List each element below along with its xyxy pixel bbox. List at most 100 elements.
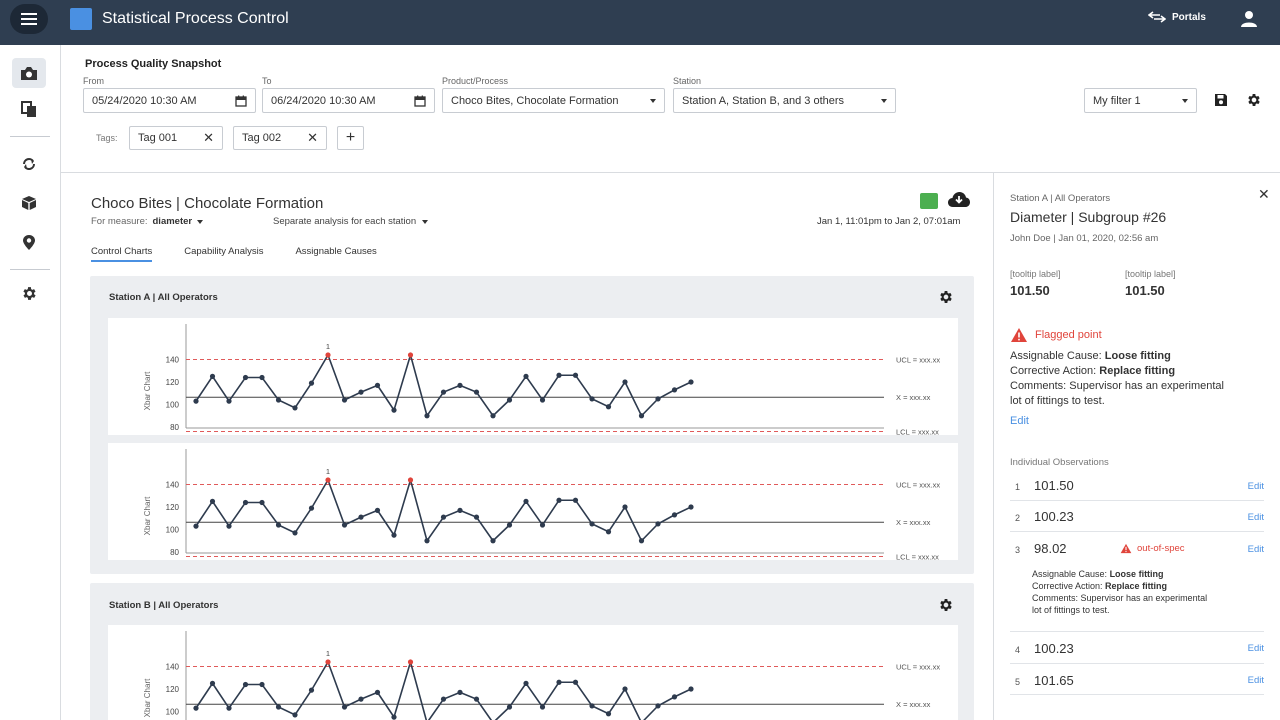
data-point <box>308 505 315 511</box>
assignable-cause: Assignable Cause: Loose fitting <box>1010 350 1171 362</box>
swap-arrows-icon <box>1148 11 1166 23</box>
user-account-button[interactable] <box>1240 10 1258 31</box>
data-point <box>226 705 232 711</box>
data-point <box>589 521 595 527</box>
observation-edit-link[interactable]: Edit <box>1248 544 1264 555</box>
analysis-mode-select[interactable]: Separate analysis for each station <box>273 216 429 227</box>
sidebar-sync-button[interactable] <box>12 149 46 179</box>
measure-select[interactable]: For measure: diameter <box>91 216 204 227</box>
close-icon[interactable]: ✕ <box>203 130 214 146</box>
detail-context: Station A | All Operators <box>1010 193 1111 204</box>
control-chart: Xbar Chart 100 120 140 UCL = xxx.xx X = xxx.x… <box>108 625 958 720</box>
tooltip-value: 101.50 <box>1010 283 1050 298</box>
data-point <box>292 530 298 536</box>
data-point <box>539 704 546 710</box>
flagged-point <box>325 659 331 665</box>
from-date-field[interactable]: 05/24/2020 10:30 AM <box>83 88 256 113</box>
data-point <box>259 374 265 381</box>
tab-capability-analysis[interactable]: Capability Analysis <box>184 246 263 262</box>
sidebar-settings-button[interactable] <box>12 278 46 308</box>
data-point <box>622 379 628 385</box>
y-tick-label: 80 <box>170 423 179 432</box>
y-tick-label: 120 <box>166 378 180 387</box>
data-point <box>655 703 661 709</box>
data-point <box>556 497 562 503</box>
observation-index: 2 <box>1015 513 1021 523</box>
process-title: Choco Bites | Chocolate Formation <box>91 195 324 212</box>
tooltip-value: 101.50 <box>1125 283 1165 298</box>
observation-row: 4 100.23 Edit <box>1010 632 1264 664</box>
data-point <box>622 686 628 692</box>
data-point <box>605 404 612 410</box>
point-annotation: 1 <box>326 649 330 658</box>
observation-value: 101.65 <box>1034 673 1074 688</box>
user-icon <box>1241 11 1257 27</box>
lcl-label: LCL = xxx.xx <box>896 553 939 561</box>
data-point <box>374 507 381 513</box>
observation-edit-link[interactable]: Edit <box>1248 512 1264 523</box>
comments-line: Comments: Supervisor has an experimental <box>1010 380 1224 392</box>
flagged-point <box>407 477 414 483</box>
flagged-point <box>407 352 414 358</box>
observation-row: 5 101.65 Edit <box>1010 664 1264 695</box>
map-pin-icon <box>23 234 35 250</box>
gear-icon <box>22 286 36 300</box>
observations-header: Individual Observations <box>1010 457 1109 468</box>
station-settings-button[interactable] <box>938 289 954 308</box>
save-filter-button[interactable] <box>1214 93 1228 110</box>
to-date-field[interactable]: 06/24/2020 10:30 AM <box>262 88 435 113</box>
station-value: Station A, Station B, and 3 others <box>682 94 845 107</box>
point-detail-panel: Station A | All Operators ✕ Diameter | S… <box>993 173 1280 720</box>
flagged-point <box>325 477 331 483</box>
observation-edit-link[interactable]: Edit <box>1248 481 1264 492</box>
observation-edit-link[interactable]: Edit <box>1248 675 1264 686</box>
sidebar-snapshot-button[interactable] <box>12 58 46 88</box>
calendar-icon <box>235 95 247 107</box>
series-line <box>195 352 692 418</box>
observation-value: 100.23 <box>1034 641 1074 656</box>
observation-edit-link[interactable]: Edit <box>1248 643 1264 654</box>
from-date-value: 05/24/2020 10:30 AM <box>92 94 197 107</box>
sidebar-divider <box>10 136 50 137</box>
y-axis-label: Xbar Chart <box>143 496 152 535</box>
ucl-label: UCL = xxx.xx <box>896 663 940 672</box>
sidebar-package-button[interactable] <box>12 188 46 218</box>
download-button[interactable] <box>947 191 971 212</box>
my-filter-select[interactable]: My filter 1 <box>1084 88 1197 113</box>
data-point <box>638 538 645 544</box>
station-select[interactable]: Station A, Station B, and 3 others <box>673 88 896 113</box>
close-icon[interactable]: ✕ <box>307 130 318 146</box>
out-of-spec-label: out-of-spec <box>1137 543 1185 554</box>
corrective-action: Corrective Action: Replace fitting <box>1010 365 1175 377</box>
data-point <box>193 705 199 711</box>
sidebar-location-button[interactable] <box>12 227 46 257</box>
tab-control-charts[interactable]: Control Charts <box>91 246 153 262</box>
data-point <box>226 398 232 404</box>
data-point <box>424 413 430 419</box>
data-point <box>473 514 480 520</box>
edit-flag-link[interactable]: Edit <box>1010 415 1029 427</box>
filter-settings-button[interactable] <box>1246 92 1262 111</box>
data-point <box>506 704 513 710</box>
note-action-value: Replace fitting <box>1105 581 1168 591</box>
observation-note: Assignable Cause: Loose fitting Correcti… <box>1032 568 1207 616</box>
data-point <box>506 522 513 528</box>
data-point <box>490 538 496 544</box>
flagged-point <box>325 352 331 358</box>
product-select[interactable]: Choco Bites, Chocolate Formation <box>442 88 665 113</box>
data-point <box>341 704 348 710</box>
y-axis-label: Xbar Chart <box>143 678 152 717</box>
tab-assignable-causes[interactable]: Assignable Causes <box>295 246 376 262</box>
data-point <box>308 687 315 693</box>
add-tag-button[interactable]: + <box>337 126 364 150</box>
station-settings-button[interactable] <box>938 597 954 616</box>
close-panel-button[interactable]: ✕ <box>1258 186 1270 203</box>
data-point <box>473 389 480 395</box>
data-point <box>440 514 447 520</box>
hamburger-menu-button[interactable] <box>10 4 48 34</box>
data-point <box>358 696 364 702</box>
sidebar-copies-button[interactable] <box>12 94 46 124</box>
flagged-point <box>407 659 414 665</box>
data-point <box>473 696 480 702</box>
portals-button[interactable]: Portals <box>1148 11 1206 23</box>
